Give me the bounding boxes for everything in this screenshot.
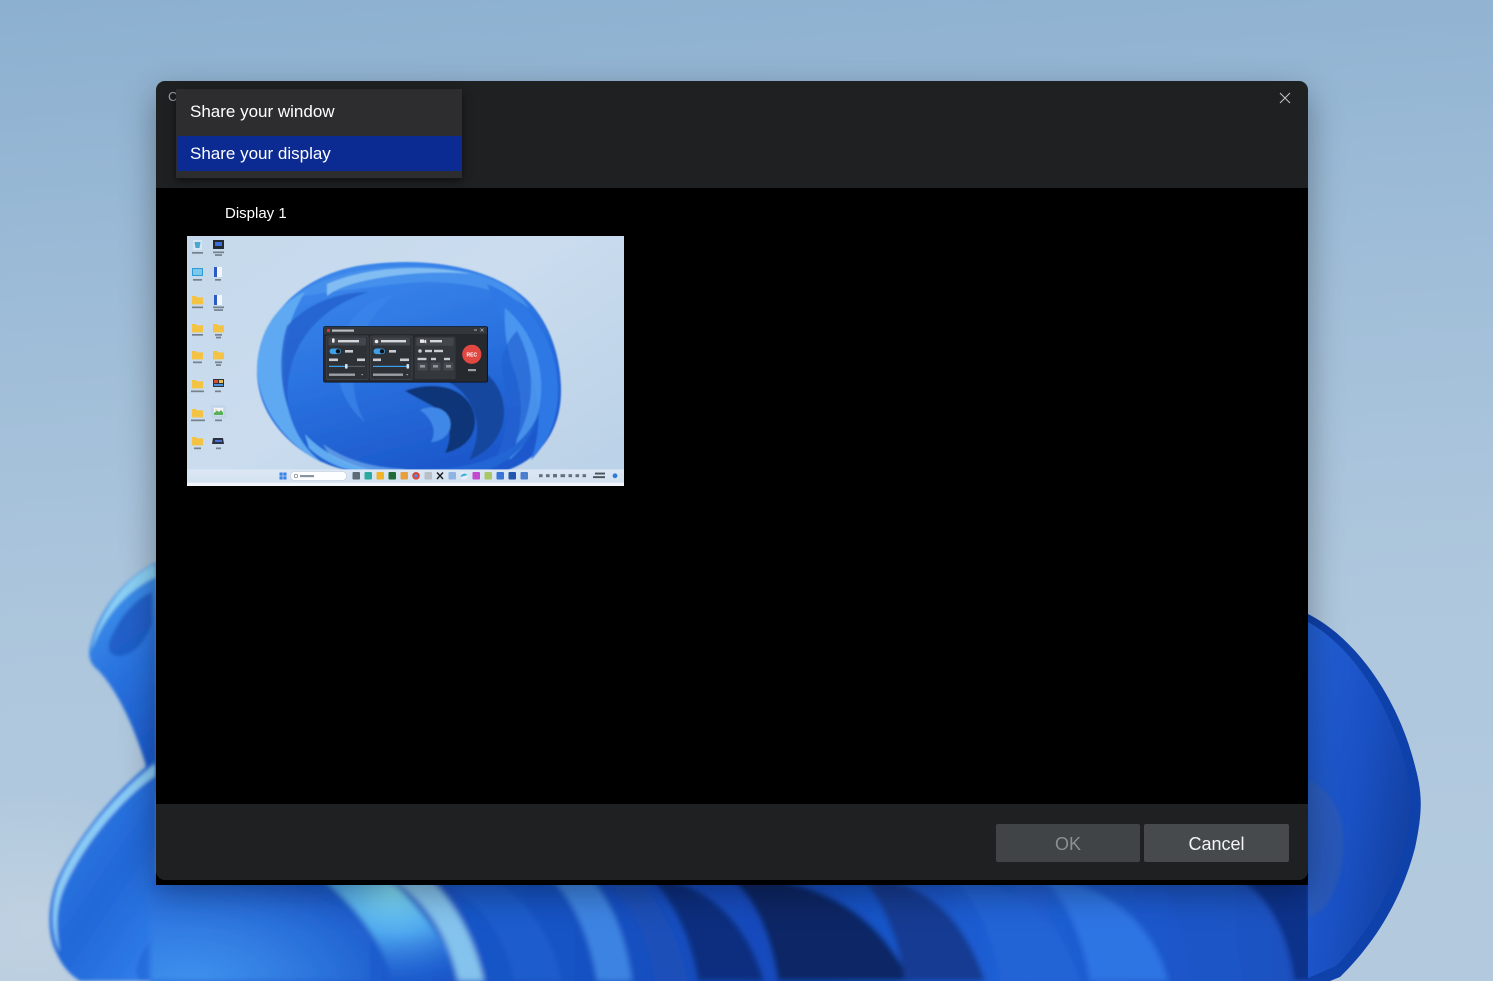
svg-text:REC: REC <box>467 352 478 358</box>
